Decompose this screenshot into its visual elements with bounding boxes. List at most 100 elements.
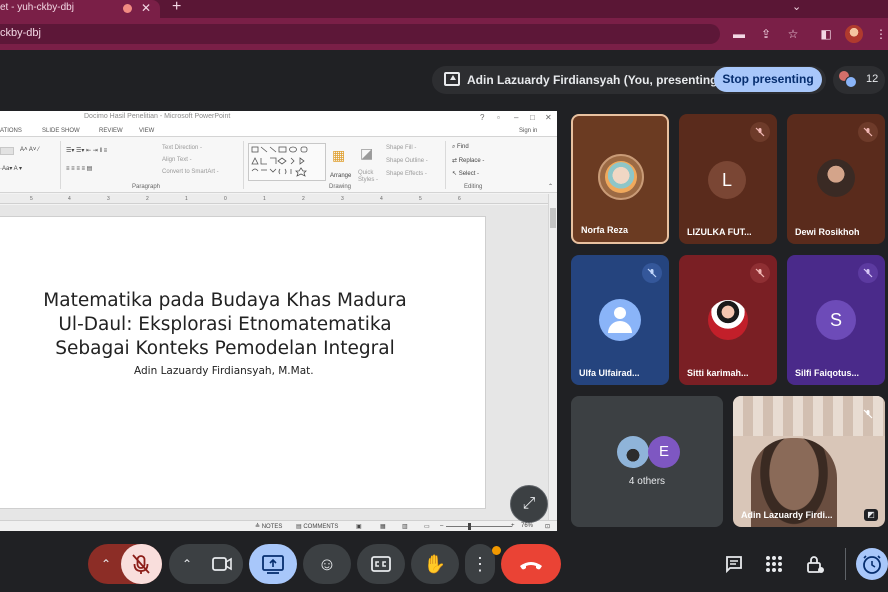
chat-icon[interactable] xyxy=(722,552,746,576)
zoom-out-icon[interactable]: – xyxy=(440,523,443,529)
zoom-in-icon[interactable]: + xyxy=(511,523,515,529)
recording-dot-icon xyxy=(123,4,132,13)
ppt-minimize-icon[interactable]: – xyxy=(514,113,518,122)
present-screen-icon xyxy=(262,555,284,574)
raise-hand-button[interactable]: ✋ xyxy=(411,544,459,584)
slide-title-line-3: Sebagai Konteks Pemodelan Integral xyxy=(55,338,395,359)
browser-tab-meet[interactable]: et - yuh-ckby-dbj ✕ xyxy=(0,0,160,18)
arrange-button[interactable]: Arrange xyxy=(330,173,351,179)
captions-button[interactable] xyxy=(357,544,405,584)
ppt-tab-animations[interactable]: ATIONS xyxy=(0,128,22,134)
participant-tile-lizulka[interactable]: L LIZULKA FUT... xyxy=(679,114,777,244)
ppt-titlebar: Docimo Hasil Penelitian - Microsoft Powe… xyxy=(0,111,557,125)
ppt-ribbon: A˄ A˅ ⁄ ·Aa▾ A ▾ ☰▾ ☰▾ ⇤ ⇥ ‖ ≡ ≡ ≡ ≡ ≡ ▤… xyxy=(0,137,557,193)
ppt-help-icon[interactable]: ? xyxy=(480,113,484,122)
fullscreen-expand-button[interactable]: ⤢ xyxy=(510,485,548,523)
avatar-initial: S xyxy=(816,300,856,340)
select-button[interactable]: ↖ Select - xyxy=(452,170,479,177)
text-direction-button[interactable]: Text Direction - xyxy=(162,145,202,151)
ppt-maximize-icon[interactable]: □ xyxy=(530,113,535,122)
participant-name: Silfi Faiqotus... xyxy=(795,368,860,378)
ppt-tab-slideshow[interactable]: SLIDE SHOW xyxy=(42,128,80,134)
shapes-gallery[interactable] xyxy=(248,143,326,181)
ppt-tab-view[interactable]: VIEW xyxy=(139,128,154,134)
participant-tile-norfa[interactable]: Norfa Reza xyxy=(571,114,669,244)
replace-button[interactable]: ⇄ Replace - xyxy=(452,157,484,164)
participant-tile-silfi[interactable]: S Silfi Faiqotus... xyxy=(787,255,885,385)
timer-button[interactable] xyxy=(856,548,888,580)
zoom-slider-thumb[interactable] xyxy=(468,523,471,530)
reading-view-icon[interactable]: ▥ xyxy=(402,523,408,530)
profile-avatar[interactable] xyxy=(845,25,863,43)
font-color-icon[interactable]: ·Aa▾ A ▾ xyxy=(0,165,22,172)
font-grow-icon[interactable]: A˄ A˅ ⁄ xyxy=(20,147,39,153)
side-panel-icon[interactable]: ◧ xyxy=(817,25,835,43)
emoji-reactions-button[interactable]: ☺ xyxy=(303,544,351,584)
fit-slide-icon[interactable]: ⊡ xyxy=(545,523,550,530)
new-tab-button[interactable]: + xyxy=(172,0,181,16)
vertical-scrollbar[interactable] xyxy=(548,194,557,520)
camera-toggle-button[interactable] xyxy=(202,544,243,584)
comments-button[interactable]: ▤ COMMENTS xyxy=(296,523,338,530)
stop-presenting-button[interactable]: Stop presenting xyxy=(714,67,822,92)
find-button[interactable]: ⌕ Find xyxy=(452,144,469,151)
end-call-icon xyxy=(520,562,542,570)
participant-tile-sitti[interactable]: Sitti karimah... xyxy=(679,255,777,385)
slide-canvas[interactable]: Matematika pada Budaya Khas Madura Ul-Da… xyxy=(0,216,486,509)
slide-sorter-icon[interactable]: ▦ xyxy=(380,523,386,530)
participant-tile-ulfa[interactable]: Ulfa Ulfairad... xyxy=(571,255,669,385)
avatar xyxy=(617,436,649,468)
bullets-icon[interactable]: ☰▾ ☰▾ ⇤ ⇥ ‖ ≡ xyxy=(66,147,107,154)
ppt-close-icon[interactable]: ✕ xyxy=(545,113,552,122)
zoom-level[interactable]: 76% xyxy=(521,523,533,529)
zoom-slider[interactable] xyxy=(446,526,512,527)
arrange-icon[interactable]: ▦ xyxy=(332,147,345,164)
scrollbar-thumb[interactable] xyxy=(550,208,556,228)
people-avatars-icon xyxy=(838,70,858,90)
close-tab-icon[interactable]: ✕ xyxy=(141,1,151,15)
ppt-sign-in[interactable]: Sign in xyxy=(519,128,537,134)
browser-menu-icon[interactable]: ⋮ xyxy=(872,25,888,43)
mic-toggle-button[interactable] xyxy=(121,544,162,584)
camera-indicator-icon[interactable]: ▬ xyxy=(730,25,748,43)
tab-search-chevron-icon[interactable]: ⌄ xyxy=(792,0,801,13)
camera-control-group: ⌃ xyxy=(169,544,243,584)
editing-group-label: Editing xyxy=(464,184,483,190)
host-controls-lock-icon[interactable] xyxy=(803,552,827,576)
notes-button[interactable]: ≜ NOTES xyxy=(255,523,282,530)
quick-styles-button[interactable]: Quick Styles - xyxy=(358,170,382,184)
activities-grid-icon[interactable] xyxy=(762,552,786,576)
shape-outline-button[interactable]: Shape Outline - xyxy=(386,158,428,164)
tile-options-icon[interactable]: ◩ xyxy=(864,509,878,521)
convert-smartart-button[interactable]: Convert to SmartArt - xyxy=(162,169,219,175)
ppt-restore-icon[interactable]: ▫ xyxy=(497,113,500,122)
slide-title-line-2: Ul-Daul: Eksplorasi Etnomatematika xyxy=(58,314,392,335)
normal-view-icon[interactable]: ▣ xyxy=(356,523,362,530)
ppt-tab-review[interactable]: REVIEW xyxy=(99,128,123,134)
font-size-box[interactable] xyxy=(0,147,14,155)
share-icon[interactable]: ⇪ xyxy=(757,25,775,43)
more-options-button[interactable]: ⋮ xyxy=(465,544,495,584)
leave-call-button[interactable] xyxy=(501,544,561,584)
camera-options-chevron-icon[interactable]: ⌃ xyxy=(173,544,201,584)
align-icons[interactable]: ≡ ≡ ≡ ≡ ▤ xyxy=(66,165,92,172)
others-tile[interactable]: E 4 others xyxy=(571,396,723,527)
avatar-initial: E xyxy=(648,436,680,468)
shape-fill-button[interactable]: Shape Fill - xyxy=(386,145,416,151)
participant-tile-dewi[interactable]: Dewi Rosikhoh xyxy=(787,114,885,244)
participant-tile-adin-self[interactable]: Adin Lazuardy Firdi... ◩ xyxy=(733,396,885,527)
align-text-button[interactable]: Align Text - xyxy=(162,157,192,163)
slideshow-view-icon[interactable]: ▭ xyxy=(424,523,430,530)
ribbon-collapse-icon[interactable]: ⌃ xyxy=(548,183,553,190)
address-bar[interactable]: ckby-dbj xyxy=(0,24,720,44)
mic-control-group: ⌃ xyxy=(88,544,162,584)
present-now-button[interactable] xyxy=(249,544,297,584)
default-avatar-icon xyxy=(599,299,641,341)
bookmark-star-icon[interactable]: ☆ xyxy=(784,25,802,43)
avatar xyxy=(817,159,855,197)
more-vert-icon: ⋮ xyxy=(471,554,489,574)
shape-effects-button[interactable]: Shape Effects - xyxy=(386,171,427,177)
quick-styles-icon[interactable]: ◪ xyxy=(360,145,373,162)
presenting-label: Adin Lazuardy Firdiansyah (You, presenti… xyxy=(467,73,722,87)
mic-options-chevron-icon[interactable]: ⌃ xyxy=(92,544,120,584)
